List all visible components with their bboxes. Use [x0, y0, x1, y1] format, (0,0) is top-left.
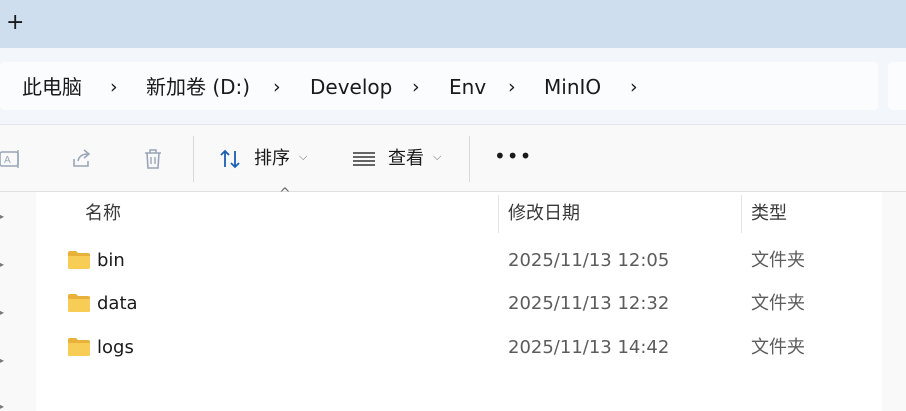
folder-icon[interactable]	[67, 250, 91, 270]
breadcrumb-separator-icon[interactable]: ›	[508, 74, 516, 100]
breadcrumb-separator-icon[interactable]: ›	[630, 74, 638, 100]
breadcrumb-item-env[interactable]: Env	[449, 74, 486, 100]
new-tab-button[interactable]: +	[6, 12, 24, 34]
chevron-down-icon[interactable]: ⌵	[299, 150, 307, 164]
file-modified-date: 2025/11/13 14:42	[508, 337, 670, 358]
column-header-type[interactable]: 类型	[751, 203, 787, 225]
folder-icon[interactable]	[67, 337, 91, 357]
tab-strip	[0, 0, 906, 48]
column-divider[interactable]	[741, 195, 742, 233]
delete-icon[interactable]	[141, 147, 165, 171]
file-type: 文件夹	[751, 293, 805, 314]
view-button[interactable]: 查看	[388, 148, 424, 170]
expand-chevron-icon[interactable]: ▸	[0, 260, 4, 269]
command-bar	[0, 124, 906, 192]
breadcrumb-item-develop[interactable]: Develop	[310, 74, 392, 100]
breadcrumb-item-this-pc[interactable]: 此电脑	[22, 74, 82, 100]
breadcrumb-item-minio[interactable]: MinIO	[544, 74, 601, 100]
column-header-date[interactable]: 修改日期	[508, 203, 580, 225]
scrollbar-track[interactable]	[882, 192, 906, 411]
column-header-name[interactable]: 名称	[85, 203, 121, 225]
sort-button[interactable]: 排序	[254, 148, 290, 170]
share-icon[interactable]	[70, 147, 94, 171]
expand-chevron-icon[interactable]: ▸	[0, 308, 4, 317]
file-modified-date: 2025/11/13 12:05	[508, 250, 670, 271]
navigation-pane[interactable]: ▸ ▸ ▸ ▸ ▸	[0, 192, 36, 411]
file-name[interactable]: bin	[97, 250, 125, 272]
breadcrumb-separator-icon[interactable]: ›	[110, 74, 118, 100]
file-name[interactable]: logs	[97, 337, 134, 359]
expand-chevron-icon[interactable]: ▸	[0, 212, 4, 221]
search-box[interactable]	[888, 62, 906, 110]
folder-icon[interactable]	[67, 293, 91, 313]
view-icon[interactable]	[352, 147, 376, 171]
file-type: 文件夹	[751, 250, 805, 271]
breadcrumb-item-drive[interactable]: 新加卷 (D:)	[146, 74, 250, 100]
sort-ascending-icon: ^	[279, 186, 291, 202]
toolbar-divider	[469, 136, 470, 182]
breadcrumb-separator-icon[interactable]: ›	[273, 74, 281, 100]
breadcrumb[interactable]	[0, 62, 878, 110]
more-options-button[interactable]: •••	[494, 146, 532, 166]
svg-text:A: A	[4, 155, 11, 166]
rename-icon[interactable]: A	[0, 147, 22, 171]
expand-chevron-icon[interactable]: ▸	[0, 356, 4, 365]
toolbar-divider	[193, 136, 194, 182]
file-modified-date: 2025/11/13 12:32	[508, 293, 670, 314]
sort-icon[interactable]	[218, 147, 242, 171]
chevron-down-icon[interactable]: ⌵	[433, 150, 441, 164]
expand-chevron-icon[interactable]: ▸	[0, 402, 4, 411]
breadcrumb-separator-icon[interactable]: ›	[412, 74, 420, 100]
file-type: 文件夹	[751, 337, 805, 358]
column-divider[interactable]	[498, 195, 499, 233]
file-name[interactable]: data	[97, 293, 138, 315]
